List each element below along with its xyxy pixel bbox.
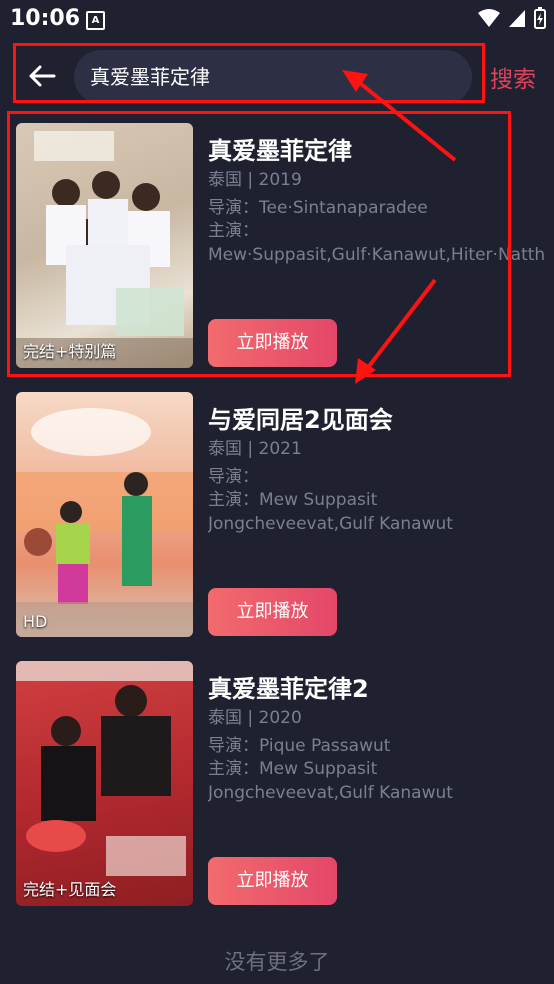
clock: 10:06: [10, 6, 81, 31]
list-item[interactable]: HD 与爱同居2见面会 泰国 | 2021 导演： 主演：Mew Suppasi…: [0, 392, 554, 642]
director-text: 导演：Pique Passawut: [208, 736, 391, 756]
battery-icon: [534, 7, 546, 29]
no-more-text: 没有更多了: [224, 950, 330, 974]
search-button[interactable]: 搜索: [490, 60, 536, 94]
cast-text: 主演：Mew Suppasit Jongcheveevat,Gulf Kanaw…: [208, 490, 453, 534]
result-title[interactable]: 与爱同居2见面会: [208, 400, 393, 435]
annotation-box-search: [13, 43, 485, 103]
director-text: 导演：: [208, 467, 259, 487]
play-button[interactable]: 立即播放: [208, 588, 337, 636]
annotation-box-result: [7, 111, 511, 377]
cast-text: 主演：Mew Suppasit Jongcheveevat,Gulf Kanaw…: [208, 759, 453, 803]
poster-image[interactable]: HD: [16, 392, 193, 637]
region-year: 泰国 | 2021: [208, 439, 302, 459]
region-year: 泰国 | 2020: [208, 708, 302, 728]
poster-artwork: [16, 408, 193, 637]
wifi-icon: [478, 9, 500, 27]
system-icons: [478, 7, 546, 29]
play-button[interactable]: 立即播放: [208, 857, 337, 905]
result-title[interactable]: 真爱墨菲定律2: [208, 669, 369, 704]
poster-badge: 完结+见面会: [23, 880, 117, 899]
poster-image[interactable]: 完结+见面会: [16, 661, 193, 906]
poster-artwork: [16, 661, 193, 876]
notification-icon: A: [86, 11, 105, 30]
signal-icon: [509, 10, 525, 27]
status-bar: 10:06 A: [0, 0, 554, 38]
list-item[interactable]: 完结+见面会 真爱墨菲定律2 泰国 | 2020 导演：Pique Passaw…: [0, 661, 554, 911]
poster-badge: HD: [23, 612, 48, 631]
